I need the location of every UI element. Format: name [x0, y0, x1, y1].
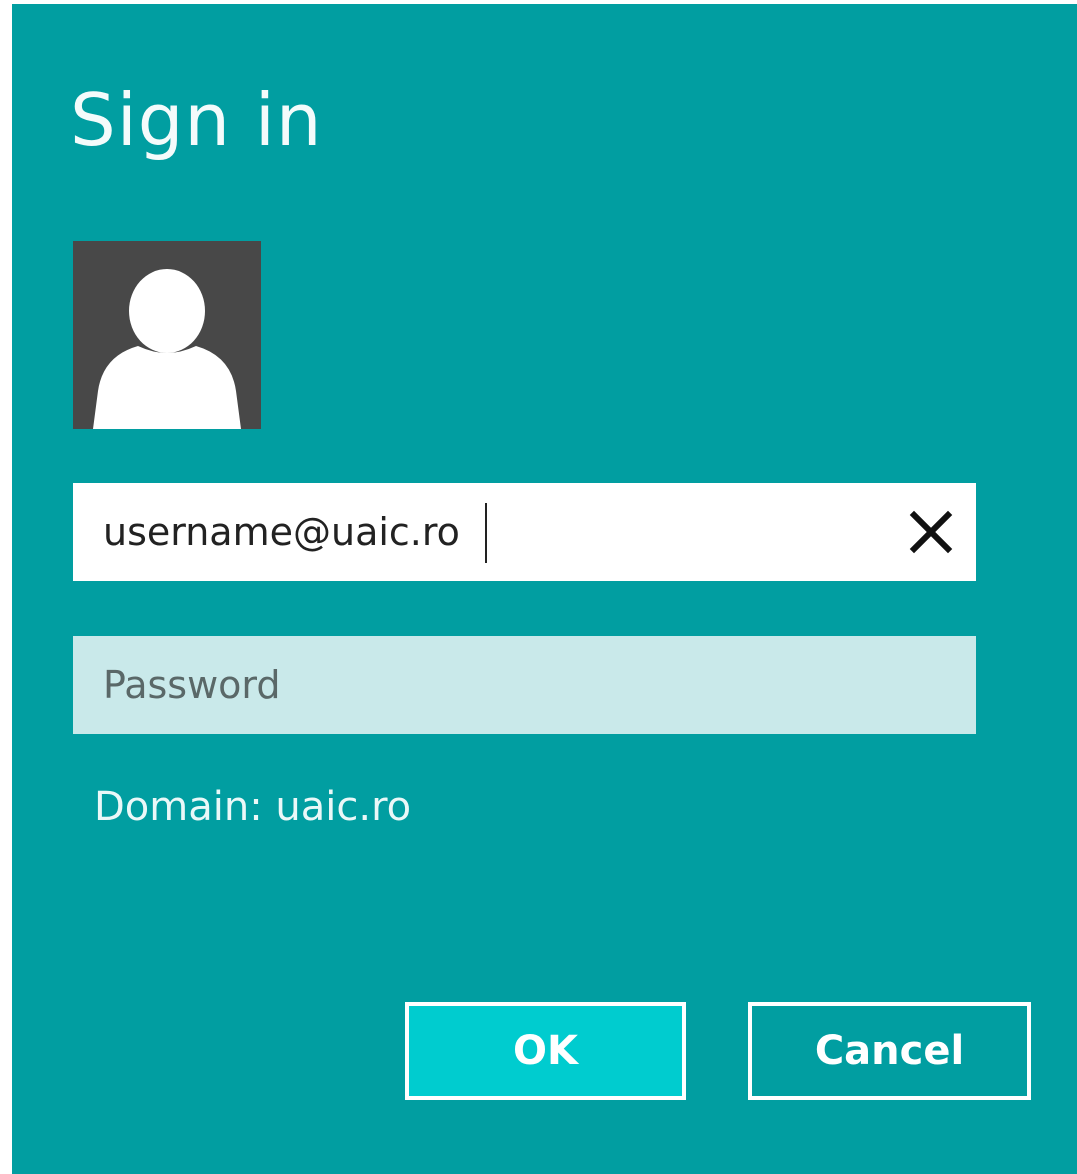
password-input[interactable]: [73, 636, 976, 734]
cancel-button-label: Cancel: [814, 1028, 965, 1074]
cancel-button[interactable]: Cancel: [748, 1002, 1031, 1100]
clear-username-button[interactable]: [906, 507, 956, 557]
close-icon: [909, 510, 953, 554]
domain-label: Domain: uaic.ro: [94, 784, 412, 830]
user-avatar: [73, 241, 261, 429]
text-cursor: [485, 503, 487, 563]
ok-button-label: OK: [513, 1028, 578, 1074]
sign-in-dialog: Sign in Domain: uaic.ro OK Cancel: [12, 4, 1077, 1174]
ok-button[interactable]: OK: [405, 1002, 686, 1100]
username-input[interactable]: [73, 483, 976, 581]
dialog-title: Sign in: [70, 78, 323, 162]
username-field[interactable]: [73, 483, 976, 581]
password-field[interactable]: [73, 636, 976, 734]
user-silhouette-icon: [93, 269, 241, 429]
